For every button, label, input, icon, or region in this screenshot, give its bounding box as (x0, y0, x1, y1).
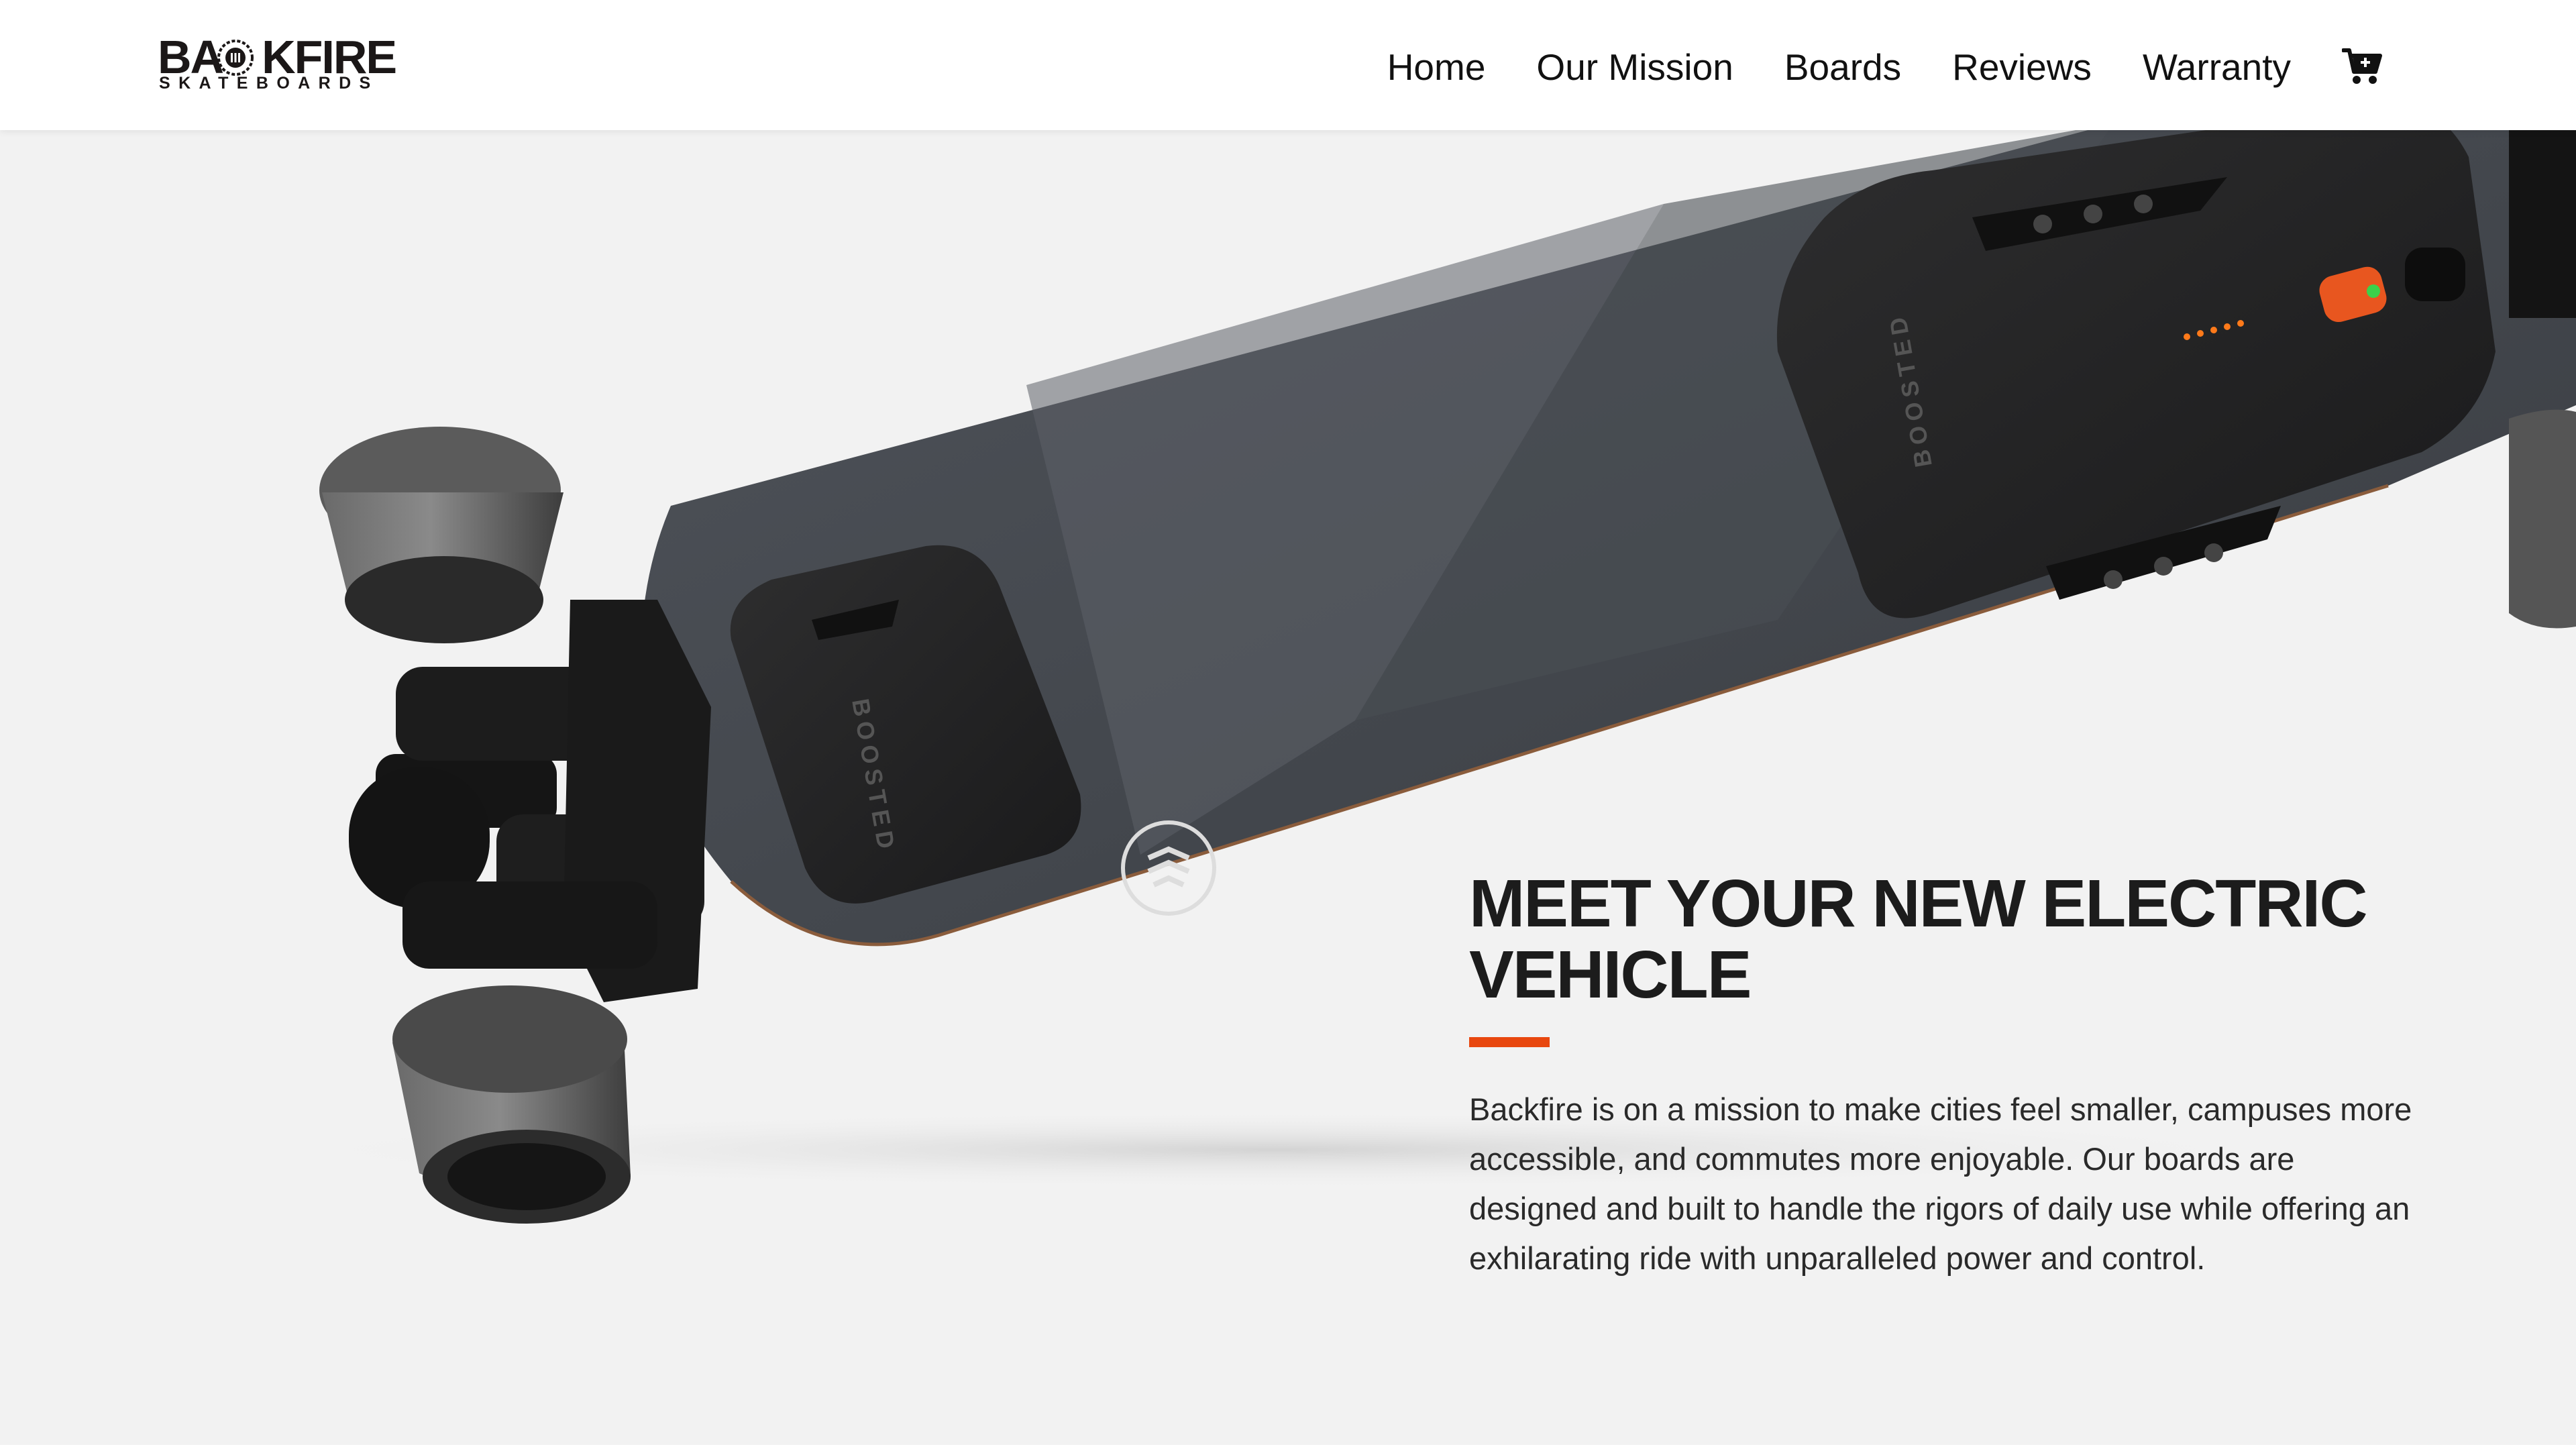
nav-reviews[interactable]: Reviews (1952, 46, 2092, 89)
nav-boards[interactable]: Boards (1784, 46, 1901, 89)
hero-section: BOOSTED BOOSTED MEET YOUR NEW ELECTRIC V… (0, 130, 2576, 1449)
logo-subtitle: SKATEBOARDS (159, 74, 379, 93)
hero-copy: MEET YOUR NEW ELECTRIC VEHICLE Backfire … (1469, 868, 2422, 1283)
shopping-cart-icon[interactable] (2342, 46, 2383, 88)
brand-logo[interactable]: BA KFIRE SKATEBOARDS (158, 34, 397, 94)
front-truck (319, 427, 711, 1224)
nav-our-mission[interactable]: Our Mission (1536, 46, 1733, 89)
nav-warranty[interactable]: Warranty (2143, 46, 2291, 89)
hero-headline: MEET YOUR NEW ELECTRIC VEHICLE (1469, 866, 2368, 1012)
hero-body-text: Backfire is on a mission to make cities … (1469, 1091, 2412, 1276)
page-bottom-edge (0, 1445, 2576, 1449)
nav-home[interactable]: Home (1387, 46, 1486, 89)
headline-accent-rule (1469, 1037, 1550, 1047)
main-nav: Home Our Mission Boards Reviews Warranty (1336, 40, 2383, 94)
logo-emblem-icon (217, 40, 254, 76)
site-header: BA KFIRE SKATEBOARDS Home Our Mission Boa… (0, 0, 2576, 130)
